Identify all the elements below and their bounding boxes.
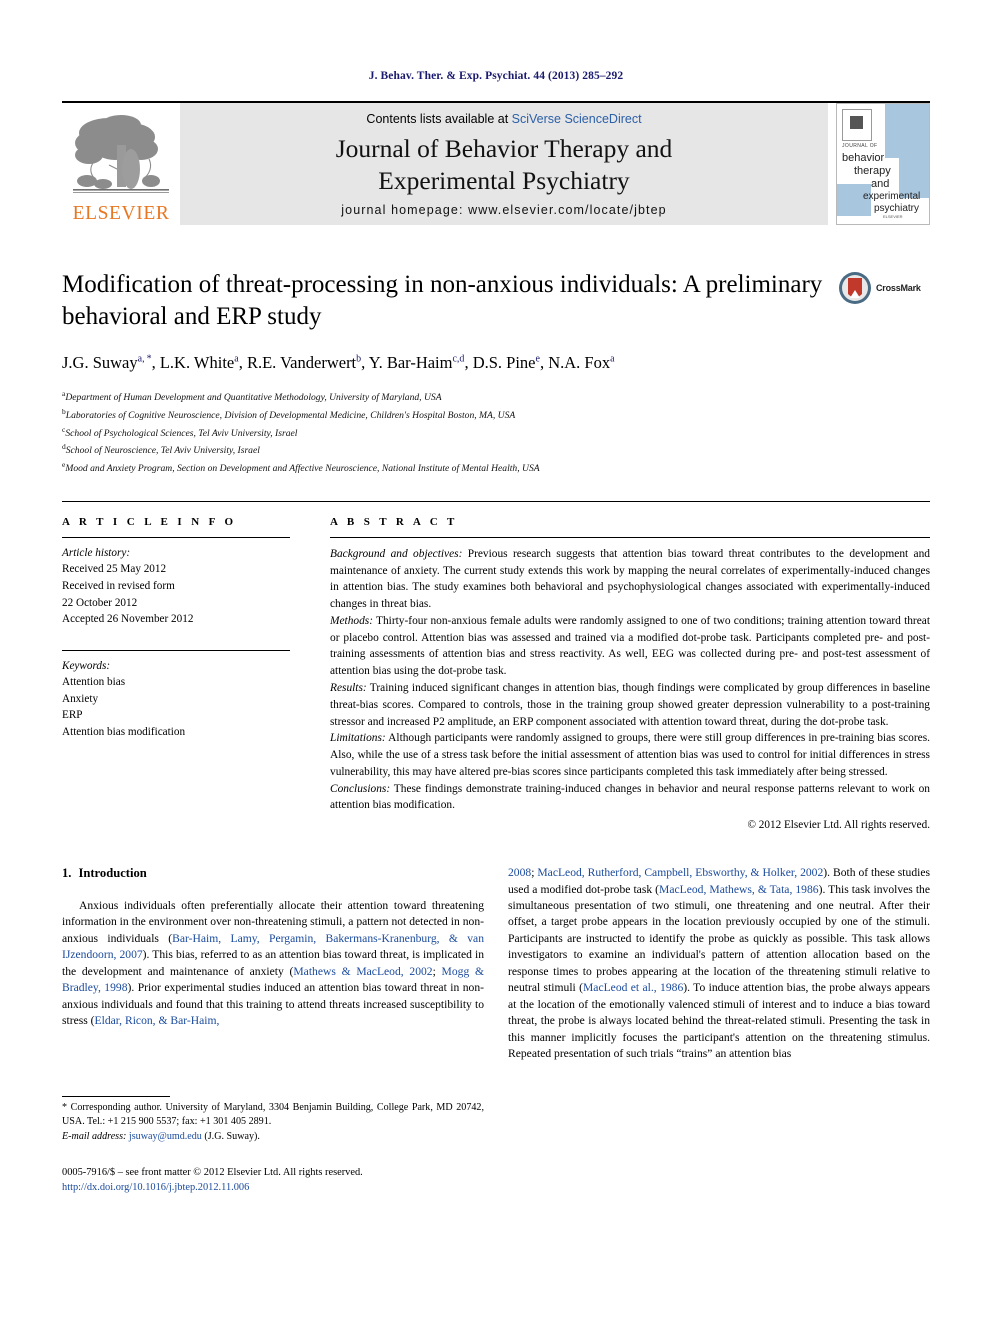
abstract-section: Methods: Thirty-four non-anxious female … bbox=[330, 614, 930, 678]
abstract-section-lead: Background and objectives: bbox=[330, 547, 463, 560]
affiliation-mark: a bbox=[62, 389, 66, 399]
intro-paragraph-left: Anxious individuals often preferentially… bbox=[62, 898, 484, 1028]
intro-paragraph-right: 2008; MacLeod, Rutherford, Campbell, Ebs… bbox=[508, 866, 931, 1061]
article-history-label: Article history: bbox=[62, 546, 131, 559]
abstract-section: Results: Training induced significant ch… bbox=[330, 681, 930, 728]
abstract-section: Background and objectives: Previous rese… bbox=[330, 547, 930, 611]
elsevier-logo: ELSEVIER bbox=[62, 103, 180, 225]
affiliation-item: bLaboratories of Cognitive Neuroscience,… bbox=[62, 406, 516, 422]
email-note: E-mail address: jsuway@umd.edu (J.G. Suw… bbox=[62, 1130, 260, 1142]
abstract-section-lead: Conclusions: bbox=[330, 782, 391, 795]
affiliation-list: aDepartment of Human Development and Qua… bbox=[62, 388, 930, 477]
abstract-section: Limitations: Although participants were … bbox=[330, 732, 930, 778]
doi-link[interactable]: http://dx.doi.org/10.1016/j.jbtep.2012.1… bbox=[62, 1180, 484, 1195]
affiliation-mark: e bbox=[62, 460, 66, 470]
cover-journal-of: JOURNAL OF bbox=[842, 143, 878, 149]
abstract-kicker: A B S T R A C T bbox=[330, 515, 458, 528]
footnote-block: * Corresponding author. University of Ma… bbox=[62, 1091, 484, 1144]
crossmark-label: CrossMark bbox=[876, 283, 921, 293]
article-info-column: A R T I C L E I N F O Article history: R… bbox=[62, 516, 290, 831]
footnote-rule bbox=[62, 1095, 170, 1097]
section-title-introduction: 1. Introduction bbox=[62, 865, 484, 883]
elsevier-wordmark: ELSEVIER bbox=[72, 202, 170, 224]
journal-title-line2: Experimental Psychiatry bbox=[378, 165, 630, 195]
journal-homepage-link[interactable]: journal homepage: www.elsevier.com/locat… bbox=[341, 203, 666, 217]
abstract-section: Conclusions: These findings demonstrate … bbox=[330, 782, 930, 812]
title-main: Modification of threat-processing in non… bbox=[62, 269, 838, 374]
article-history-item: Received 25 May 2012 bbox=[62, 563, 167, 576]
column-footer: * Corresponding author. University of Ma… bbox=[62, 1091, 484, 1195]
keywords-lines: Attention bias Anxiety ERP Attention bias m… bbox=[62, 674, 290, 740]
keyword-item: Attention bias bbox=[62, 676, 126, 689]
body-column-left: 1. Introduction Anxious individuals often… bbox=[62, 865, 484, 1195]
section-number: 1. bbox=[62, 866, 72, 881]
article-history-item: Received in revised form bbox=[62, 580, 175, 593]
abstract-body: Background and objectives: Previous rese… bbox=[330, 538, 930, 814]
info-abstract-section: A R T I C L E I N F O Article history: R… bbox=[62, 500, 930, 831]
masthead-center: Contents lists available at SciVerse Sci… bbox=[180, 103, 828, 225]
corresponding-author-note: * Corresponding author. University of Ma… bbox=[62, 1101, 484, 1128]
keywords-group: Keywords: Attention bias Anxiety ERP Attent… bbox=[62, 651, 290, 741]
cover-line-2: therapy bbox=[854, 165, 891, 177]
cover-line-5: psychiatry bbox=[874, 203, 920, 214]
imprint-block: 0005-7916/$ – see front matter © 2012 El… bbox=[62, 1165, 484, 1195]
cover-logo-box bbox=[842, 109, 872, 141]
affiliation-item: dSchool of Neuroscience, Tel Aviv Univer… bbox=[62, 442, 260, 457]
abstract-copyright: © 2012 Elsevier Ltd. All rights reserved… bbox=[747, 819, 931, 832]
keyword-item: ERP bbox=[62, 709, 83, 722]
abstract-section-lead: Limitations: bbox=[330, 732, 386, 745]
contents-prefix: Contents lists available at bbox=[366, 112, 512, 126]
article-info-kicker: A R T I C L E I N F O bbox=[62, 515, 237, 528]
elsevier-tree-icon bbox=[73, 114, 169, 193]
keyword-item: Anxiety bbox=[62, 692, 99, 705]
body-column-right: 2008; MacLeod, Rutherford, Campbell, Ebs… bbox=[508, 865, 930, 1195]
abstract-column: A B S T R A C T Background and objective… bbox=[330, 516, 930, 831]
crossmark-badge[interactable]: CrossMark bbox=[838, 269, 930, 305]
cover-block-top-right bbox=[885, 104, 929, 158]
affiliation-item: eMood and Anxiety Program, Section on De… bbox=[62, 460, 540, 475]
article-history-lines: Received 25 May 2012 Received in revised … bbox=[62, 561, 290, 627]
sciencedirect-link[interactable]: SciVerse ScienceDirect bbox=[512, 112, 642, 126]
section-heading: Introduction bbox=[78, 866, 147, 881]
title-block: Modification of threat-processing in non… bbox=[62, 269, 930, 374]
cover-line-3: and bbox=[871, 178, 890, 190]
journal-title-line1: Journal of Behavior Therapy and bbox=[335, 134, 673, 164]
affiliation-item: aDepartment of Human Development and Qua… bbox=[62, 389, 442, 404]
journal-title: Journal of Behavior Therapy and Experime… bbox=[336, 133, 673, 195]
article-page: J. Behav. Ther. & Exp. Psychiat. 44 (201… bbox=[0, 0, 992, 1323]
contents-line: Contents lists available at SciVerse Sci… bbox=[366, 112, 641, 126]
keywords-label: Keywords: bbox=[62, 659, 111, 672]
abstract-section-lead: Methods: bbox=[330, 614, 374, 627]
affiliation-item: cSchool of Psychological Sciences, Tel A… bbox=[62, 424, 298, 439]
keyword-item: Attention bias modification bbox=[62, 726, 186, 739]
crossmark-icon bbox=[839, 272, 871, 304]
article-history-item: 22 October 2012 bbox=[62, 596, 138, 609]
page-title: Modification of threat-processing in non… bbox=[62, 271, 823, 330]
article-history-item: Accepted 26 November 2012 bbox=[62, 613, 194, 626]
affiliation-mark: b bbox=[62, 406, 66, 416]
imprint-line: 0005-7916/$ – see front matter © 2012 El… bbox=[62, 1166, 363, 1178]
cover-footer: ELSEVIER bbox=[883, 214, 903, 219]
running-head: J. Behav. Ther. & Exp. Psychiat. 44 (201… bbox=[368, 70, 624, 82]
author-list: J.G. Suwaya, *, L.K. Whitea, R.E. Vander… bbox=[62, 353, 615, 372]
abstract-section-lead: Results: bbox=[330, 681, 367, 694]
article-history-group: Article history: Received 25 May 2012 Rec… bbox=[62, 538, 290, 628]
affiliation-mark: c bbox=[62, 424, 66, 434]
journal-cover-thumbnail: JOURNAL OF behavior therapy and experime… bbox=[836, 103, 930, 225]
affiliation-mark: d bbox=[62, 442, 66, 452]
body-columns: 1. Introduction Anxious individuals often… bbox=[62, 865, 930, 1195]
cover-line-1: behavior bbox=[842, 152, 885, 164]
cover-line-4: experimental bbox=[863, 191, 921, 202]
journal-masthead: ELSEVIER Contents lists available at Sci… bbox=[62, 101, 930, 225]
